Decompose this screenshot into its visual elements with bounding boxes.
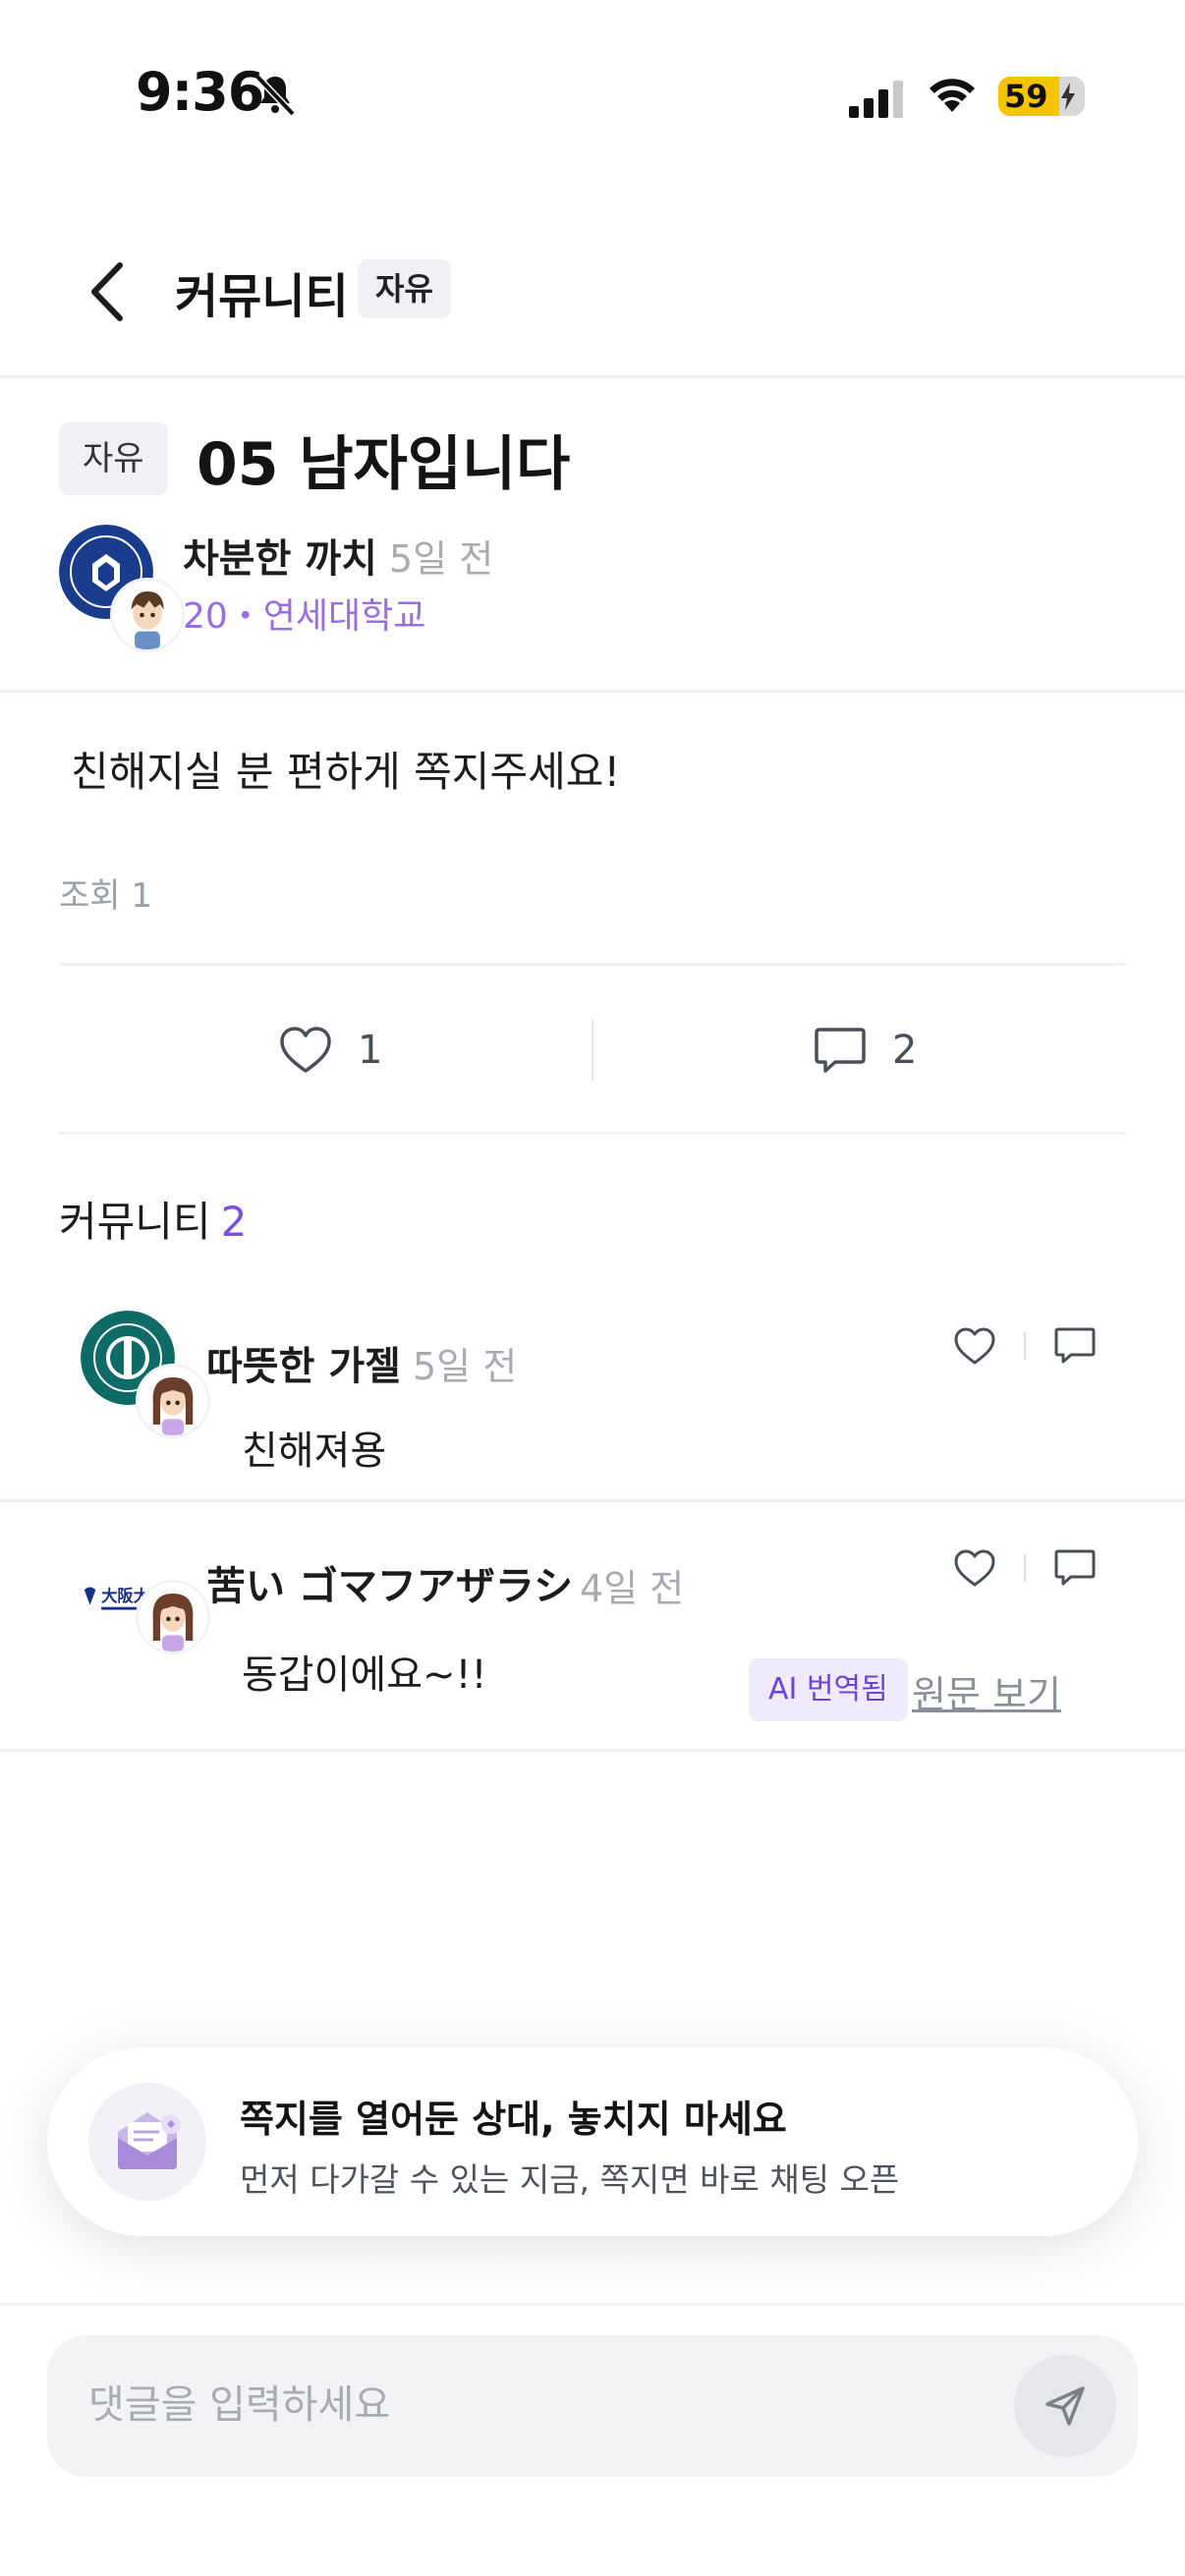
character-avatar-icon [136,1364,210,1438]
view-count: 조회 1 [59,876,152,916]
ai-translated-badge: AI 번역됨 [749,1658,908,1721]
comment-body: 동갑이에요~!! [242,1652,487,1698]
character-avatar-icon [136,1580,210,1654]
comment-timestamp: 5일 전 [413,1345,518,1388]
post-timestamp: 5일 전 [389,537,494,581]
divider [59,1132,1126,1135]
like-count: 1 [358,1028,383,1073]
post-body: 친해지실 분 편하게 쪽지주세요! [71,748,621,796]
author-age-school: 20・연세대학교 [183,596,426,637]
bell-muted-icon [254,74,296,117]
divider [0,1749,1185,1752]
status-time: 9:36 [136,61,264,123]
comments-section-label: 커뮤니티 [59,1198,211,1246]
commenter-name[interactable]: 苦い ゴマフアザラシ [206,1554,573,1611]
comment-body: 친해져용 [242,1428,387,1474]
comment-input[interactable] [88,2371,973,2439]
comment-bubble-icon [815,1028,866,1073]
envelope-message-icon [88,2083,206,2201]
back-arrow-icon[interactable] [79,257,138,326]
divider [0,1499,1185,1502]
comment-count: 2 [892,1028,918,1073]
post-title: 05 남자입니다 [197,430,571,499]
heart-icon[interactable] [953,1548,996,1588]
commenter-avatar[interactable] [81,1311,210,1438]
action-separator [592,1020,593,1081]
comment-input-bar [0,2303,1185,2576]
comment-input-container [47,2335,1138,2477]
signal-icon [849,81,903,118]
heart-icon [280,1027,331,1073]
toast-title: 쪽지를 열어둔 상대, 놓치지 마세요 [240,2098,787,2141]
status-bar: 9:36 59 [0,0,1185,187]
board-category-chip: 자유 [358,259,451,318]
commenter-name[interactable]: 따뜻한 가젤 [206,1334,401,1391]
comment-actions [953,1326,1097,1366]
message-promo-toast[interactable]: 쪽지를 열어둔 상대, 놓치지 마세요 먼저 다가갈 수 있는 지금, 쪽지면 … [47,2047,1138,2236]
divider [59,963,1126,966]
battery-indicator: 59 [998,77,1085,116]
view-original-link[interactable]: 원문 보기 [912,1664,1061,1718]
send-button[interactable] [1014,2355,1116,2457]
action-separator [1024,1332,1026,1360]
page-title: 커뮤니티 [175,269,349,324]
like-button[interactable]: 1 [279,1018,382,1083]
heart-icon[interactable] [953,1326,996,1366]
post-category-chip: 자유 [59,422,168,495]
divider [0,690,1185,693]
comment-button[interactable]: 2 [814,1018,917,1083]
send-icon [1045,2386,1085,2426]
comment-actions [953,1548,1097,1588]
top-app-bar: 커뮤니티 자유 [0,236,1185,378]
reply-bubble-icon[interactable] [1053,1326,1097,1366]
action-separator [1024,1554,1026,1582]
toast-subtitle: 먼저 다가갈 수 있는 지금, 쪽지면 바로 채팅 오픈 [240,2160,900,2199]
comments-section-title: 커뮤니티 2 [59,1189,247,1249]
author-name[interactable]: 차분한 까치 [183,527,377,584]
commenter-avatar[interactable]: 大阪大学 [81,1552,210,1680]
comments-section-count: 2 [220,1198,248,1246]
reply-bubble-icon[interactable] [1053,1548,1097,1588]
author-avatar[interactable] [59,525,187,652]
character-avatar-icon [110,578,185,652]
charging-bolt-icon [1061,83,1075,110]
wifi-icon [930,79,975,112]
battery-level: 59 [1004,78,1048,115]
comment-timestamp: 4일 전 [580,1567,685,1610]
